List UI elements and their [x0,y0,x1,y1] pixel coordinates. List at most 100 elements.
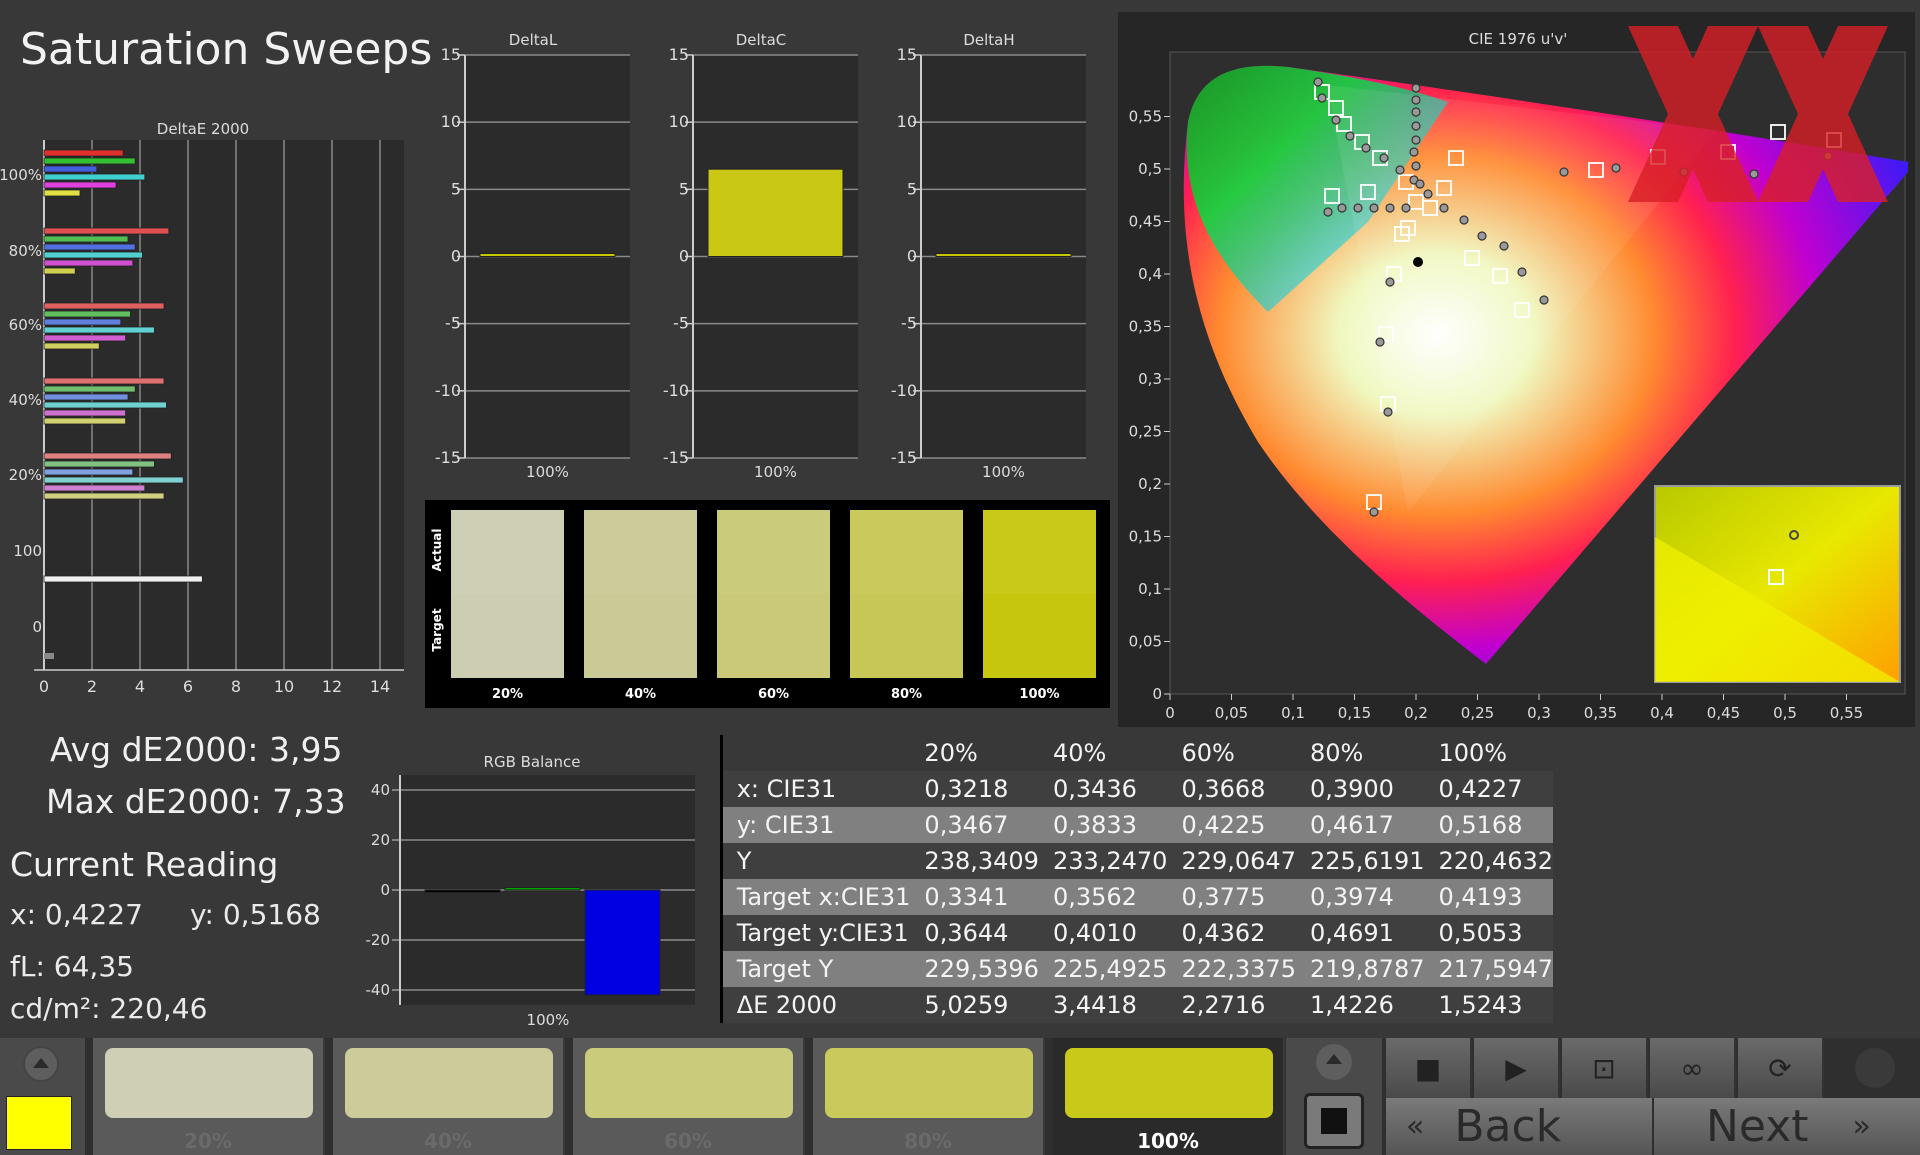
delta_l-tick: 15 [441,45,461,64]
delta_h-tick: -15 [891,448,917,467]
table-cell: 220,4632 [1424,843,1553,879]
de-bar [43,393,129,401]
record-button[interactable] [1304,1093,1364,1149]
delta_l-bar [479,253,616,257]
measured-point-icon [1411,83,1421,93]
de-x-tick: 2 [87,677,97,696]
measured-point-icon [1401,203,1411,213]
table-cell: 1,5243 [1424,987,1553,1023]
bottom-toolbar: 20% 40% 60% 80% 100% ■ ▶ ⊡ ∞ ⟳ « Back Next » [0,1038,1920,1155]
cie-y-tick: 0,15 [1129,528,1162,546]
delta-e-title: DeltaE 2000 [157,120,249,138]
back-button[interactable]: « Back [1386,1098,1652,1155]
step-label: 60% [664,1129,712,1153]
cie-x-tick: 0,05 [1215,704,1248,722]
cie-x-tick: 0,3 [1527,704,1551,722]
stop-button[interactable]: ■ [1386,1038,1472,1098]
double-chevron-left-icon: « [1406,1109,1425,1144]
row-label: y: CIE31 [722,807,911,843]
rgb-balance-title: RGB Balance [484,753,581,771]
cie-x-tick: 0 [1165,704,1175,722]
de-y-label: 20% [9,466,42,484]
measured-point-icon [1411,135,1421,145]
delta_h-tick: -10 [891,381,917,400]
delta_h-title: DeltaH [963,31,1014,49]
measured-point-icon [1317,93,1327,103]
delta_h-tick: 10 [897,112,917,131]
de-y-label: 100% [0,166,42,184]
cie-y-tick: 0,45 [1129,213,1162,231]
cie-y-tick: 0,5 [1138,160,1162,178]
scroll-up-button[interactable] [23,1046,59,1082]
table-cell: 0,4691 [1295,915,1425,951]
table-cell: 0,4010 [1038,915,1168,951]
table-cell: 5,0259 [910,987,1039,1023]
step-button-40%[interactable]: 40% [333,1038,565,1155]
measured-point-icon [1477,231,1487,241]
play-button[interactable]: ▶ [1474,1038,1560,1098]
de-bar [43,334,126,342]
reading-fl: fL: 64,35 [10,950,134,983]
measured-point-icon [1361,143,1371,153]
next-label: Next [1706,1101,1809,1152]
cie-y-tick: 0,05 [1129,633,1162,651]
delta_h-tick: 0 [907,247,917,266]
current-color-swatch [6,1096,72,1150]
delta_c-title: DeltaC [736,31,787,49]
delta_l-tick: -15 [435,448,461,467]
cie-x-tick: 0,55 [1830,704,1863,722]
delta_c-tick: 15 [669,45,689,64]
de-bar [43,189,81,197]
cie-diagram: CIE 1976 u'v' 0,55 0,5 0,45 0,4 0,35 0,3 0,25 0… [1118,12,1915,727]
de-bar [43,259,134,267]
de-bar [43,310,131,318]
table-row: y: CIE31 0,3467 0,3833 0,4225 0,4617 0,5168 [720,807,1553,843]
next-button[interactable]: Next » [1654,1098,1920,1155]
step-button-60%[interactable]: 60% [573,1038,805,1155]
cie-x-tick: 0,15 [1338,704,1371,722]
chart-delta-c: DeltaC 15 10 5 0 -5 -10 -15 100% [663,31,858,481]
de-bar [43,235,129,243]
swatch-40% [584,510,697,678]
refresh-button[interactable]: ⟳ [1738,1038,1824,1098]
scroll-up-button-2[interactable] [1316,1044,1352,1080]
table-cell: 3,4418 [1038,987,1168,1023]
delta_h-bar [935,253,1072,257]
swatch-label: 20% [491,687,524,702]
table-cell: 219,8787 [1295,951,1425,987]
delta_c-tick: -15 [663,448,689,467]
measured-point-icon [1395,165,1405,175]
fit-button[interactable]: ⊡ [1562,1038,1648,1098]
row-label: Target x:CIE31 [722,879,911,915]
row-label: ΔE 2000 [722,987,911,1023]
de-bar [44,653,54,659]
measured-point-icon [1749,169,1759,179]
table-cell: 1,4226 [1295,987,1425,1023]
measured-point-icon [1337,203,1347,213]
delta_c-bar [707,168,844,257]
step-button-80%[interactable]: 80% [813,1038,1045,1155]
table-cell: 0,3436 [1038,771,1168,807]
measured-point-icon [1439,203,1449,213]
measured-point-icon [1411,161,1421,171]
column-header: 40% [1038,735,1168,771]
loop-button[interactable]: ∞ [1650,1038,1736,1098]
step-button-20%[interactable]: 20% [93,1038,325,1155]
swatch-label: 40% [624,687,657,702]
step-button-100%[interactable]: 100% [1053,1038,1285,1155]
table-row: Target x:CIE31 0,3341 0,3562 0,3775 0,3974 0,… [720,879,1553,915]
delta_c-tick: 5 [679,179,689,198]
cie-y-tick: 0,4 [1138,265,1162,283]
de-x-tick: 4 [135,677,145,696]
table-cell: 0,3341 [910,879,1039,915]
measured-point-icon [1369,507,1379,517]
de-bar [43,173,146,181]
measured-point-icon [1411,107,1421,117]
cie-x-tick: 0,2 [1404,704,1428,722]
column-header: 80% [1295,735,1425,771]
delta_l-tick: 5 [451,179,461,198]
delta_c-x-label: 100% [754,463,797,481]
step-swatch [345,1048,553,1118]
de-bar [43,181,117,189]
table-cell: 233,2470 [1038,843,1168,879]
